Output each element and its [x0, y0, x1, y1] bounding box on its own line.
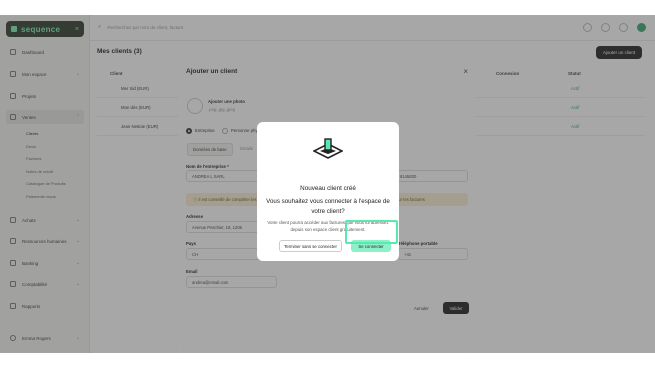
highlight-box [345, 220, 398, 244]
success-illustration-icon [313, 138, 343, 159]
dialog-title: Nouveau client créé [300, 185, 356, 192]
dialog-question: Vous souhaitez vous connecter à l'espace… [266, 198, 390, 215]
finish-without-connect-button[interactable]: Terminer sans se connecter [279, 240, 342, 252]
app-window: sequence × Dashboard Mon espace ⌄ Projets… [0, 15, 655, 353]
